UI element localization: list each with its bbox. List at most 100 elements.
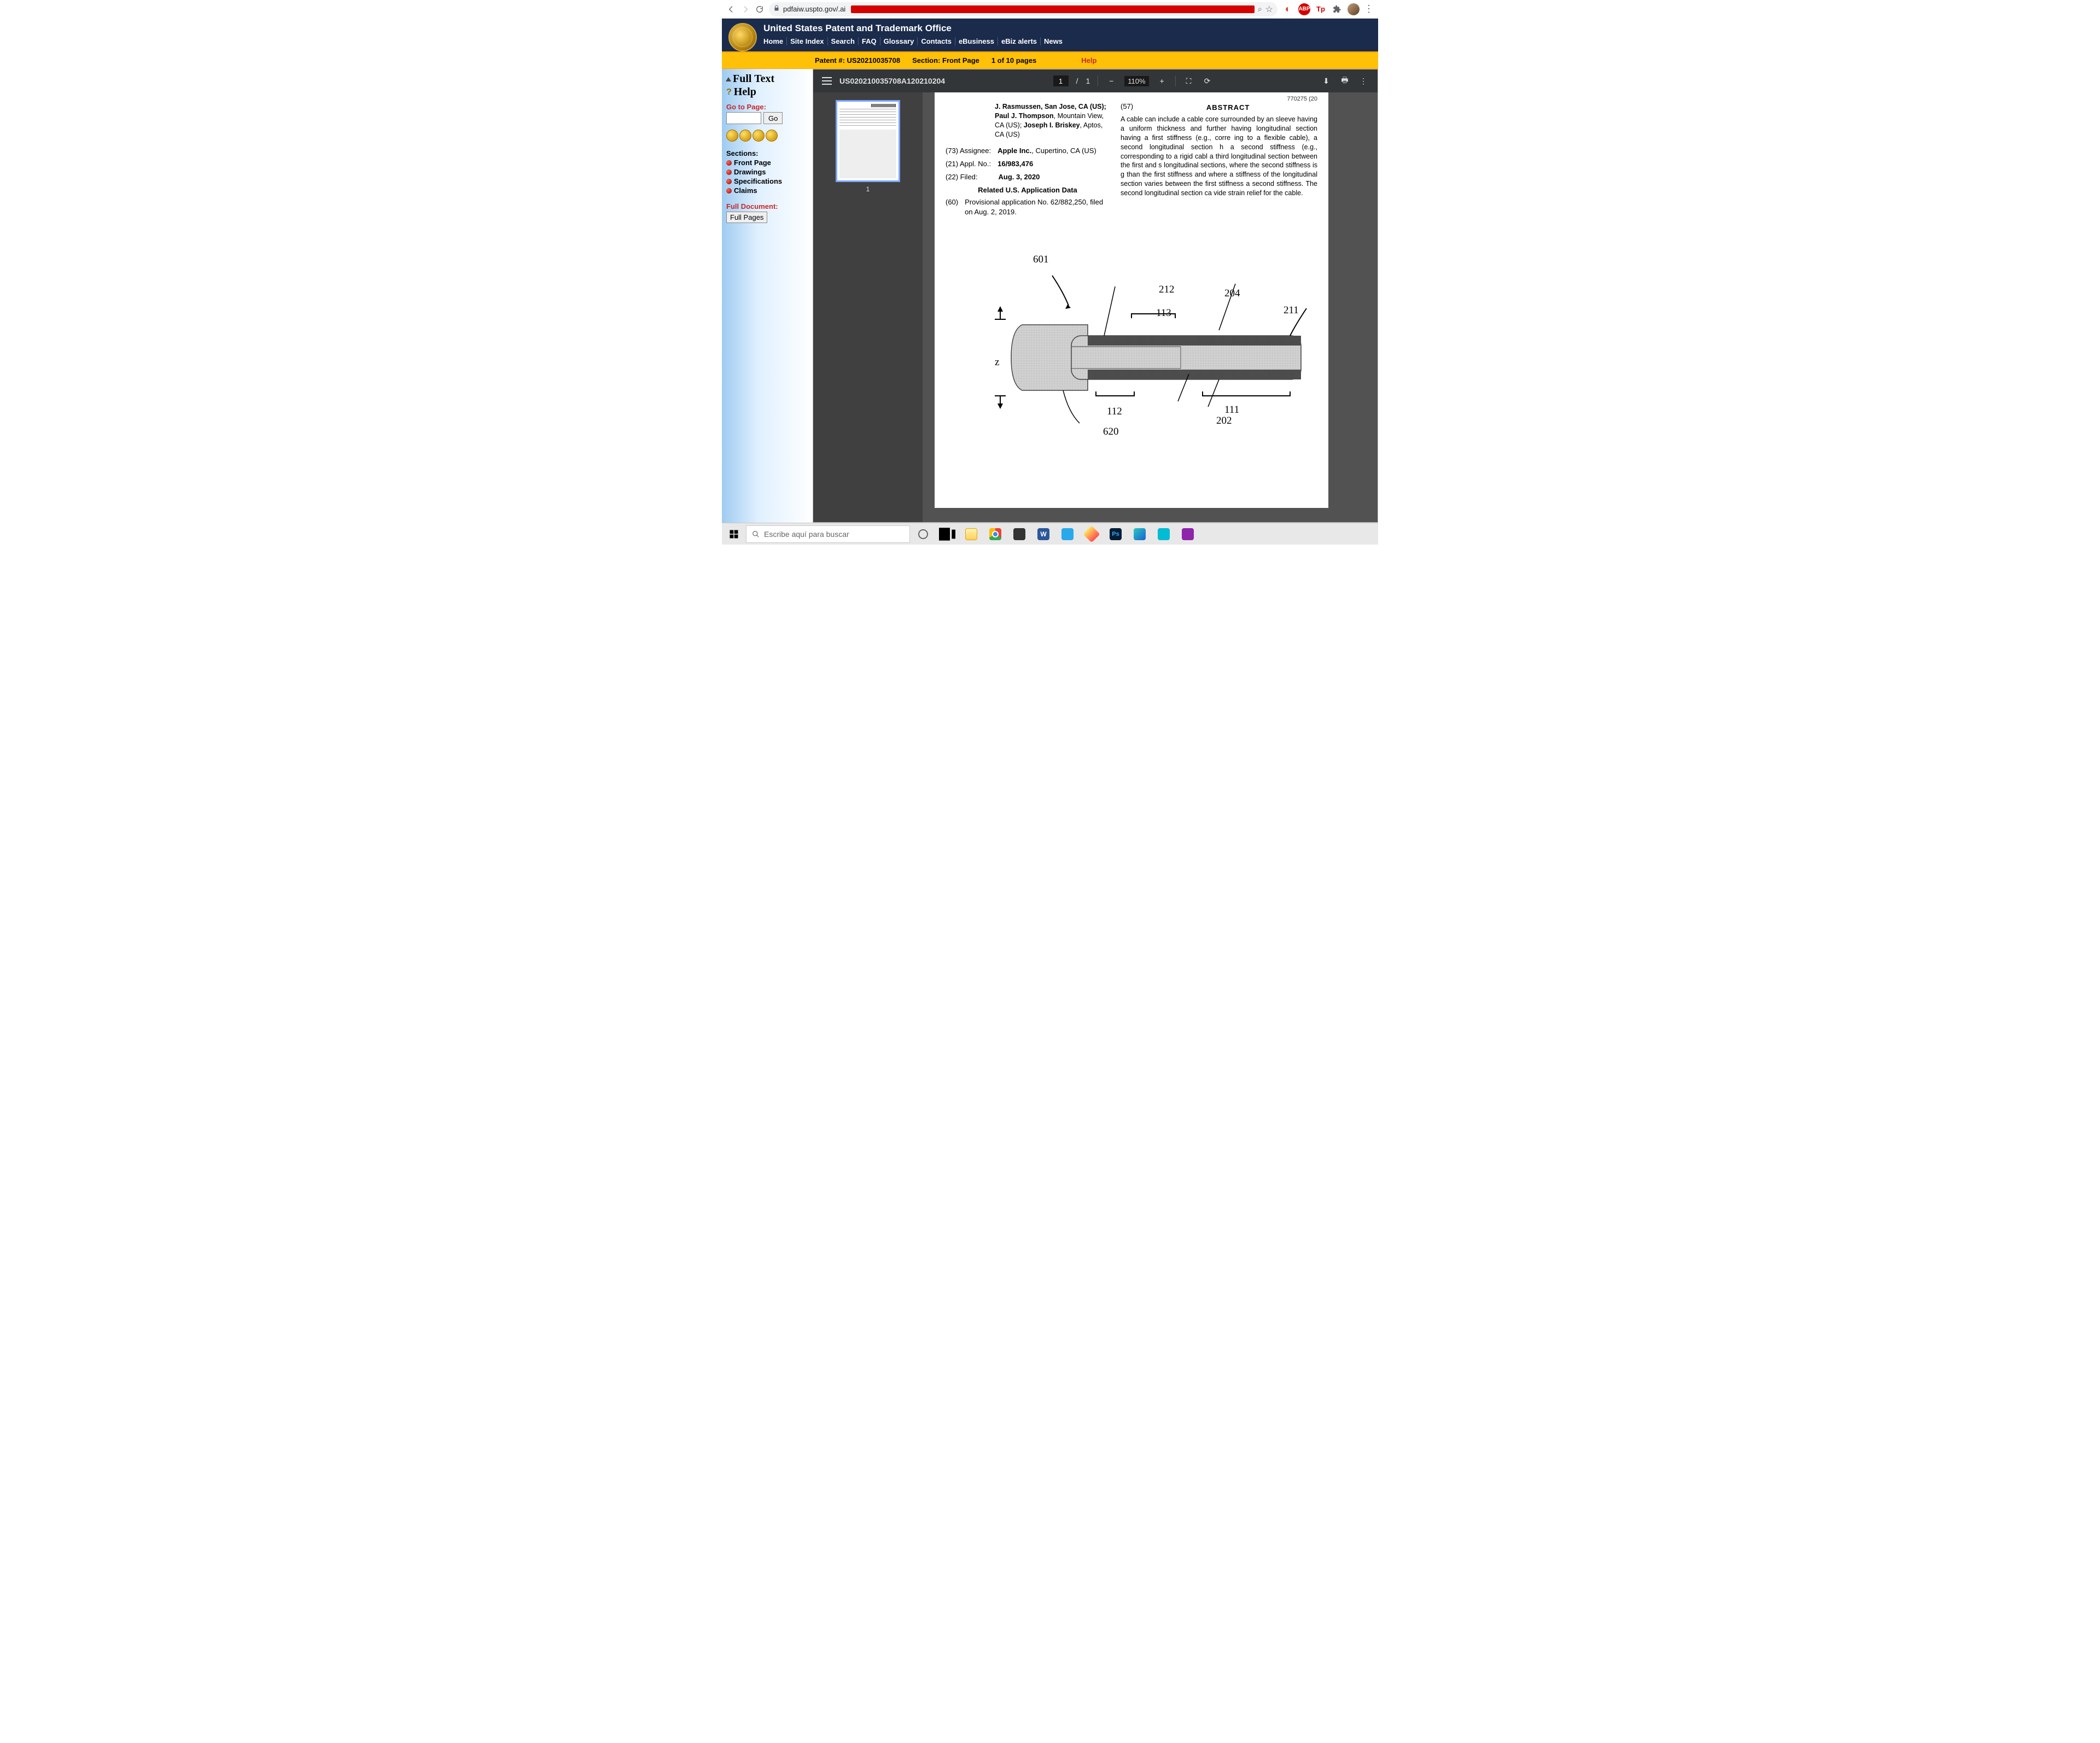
provisional-label: (60)	[946, 197, 958, 217]
section-drawings[interactable]: Drawings	[726, 168, 808, 176]
pdf-page-input[interactable]	[1053, 75, 1069, 86]
sidebar-toggle-icon[interactable]	[822, 77, 832, 85]
nav-home[interactable]: Home	[763, 37, 787, 45]
help-link[interactable]: Help	[1081, 56, 1096, 65]
nav-faq[interactable]: FAQ	[859, 37, 880, 45]
fig-label-202: 202	[1216, 415, 1232, 427]
bullet-icon	[726, 160, 732, 166]
taskbar-photoshop[interactable]: Ps	[1105, 524, 1127, 544]
goto-page-input[interactable]	[726, 112, 761, 124]
taskbar-explorer[interactable]	[960, 524, 982, 544]
fig-label-111: 111	[1224, 404, 1239, 416]
taskbar-app1[interactable]	[1153, 524, 1175, 544]
taskbar-edge[interactable]	[1129, 524, 1151, 544]
nav-contacts[interactable]: Contacts	[918, 37, 955, 45]
fig-label-212: 212	[1159, 284, 1175, 296]
url-text: pdfaiw.uspto.gov/.ai	[783, 5, 845, 13]
section-indicator: Section: Front Page	[912, 56, 979, 65]
bookmark-star-icon[interactable]: ☆	[1265, 4, 1273, 15]
nav-siteindex[interactable]: Site Index	[787, 37, 827, 45]
taskbar-flame[interactable]	[1081, 524, 1102, 544]
search-icon	[752, 530, 760, 538]
nav-search[interactable]: Search	[828, 37, 859, 45]
nav-ebizalerts[interactable]: eBiz alerts	[998, 37, 1041, 45]
sidebar: Full Text ?Help Go to Page: Go Sections:…	[722, 69, 813, 523]
abstract-heading: ABSTRACT	[1139, 103, 1317, 112]
pdf-title: US020210035708A120210204	[839, 77, 945, 85]
taskbar-chrome[interactable]	[984, 524, 1006, 544]
fig-label-112: 112	[1107, 406, 1122, 418]
fig-label-204: 204	[1224, 288, 1240, 300]
reload-button[interactable]	[755, 4, 765, 14]
section-front-page[interactable]: Front Page	[726, 159, 808, 167]
uspto-seal-icon	[728, 23, 757, 51]
abstract-num: (57)	[1121, 102, 1133, 115]
start-button[interactable]	[724, 524, 744, 544]
thumbnail-panel: 1	[813, 92, 923, 522]
sections-heading: Sections:	[726, 149, 808, 157]
extension-ghostery-icon[interactable]: ◐	[1282, 3, 1294, 15]
pdf-page-total: 1	[1086, 77, 1090, 85]
pdf-page: 770275 (20 J. Rasmussen, San Jose, CA (U…	[935, 92, 1328, 508]
patent-number: Patent #: US20210035708	[815, 56, 900, 65]
help-link-side[interactable]: ?Help	[726, 86, 808, 98]
cortana-icon[interactable]	[912, 524, 934, 544]
extensions-menu-icon[interactable]	[1331, 3, 1343, 15]
zoom-in-icon[interactable]: +	[1157, 77, 1168, 85]
download-icon[interactable]: ⬇	[1321, 77, 1332, 86]
bullet-icon	[726, 169, 732, 175]
coin-prev-icon[interactable]	[739, 130, 751, 142]
coin-next-icon[interactable]	[752, 130, 765, 142]
abstract-body: A cable can include a cable core surroun…	[1121, 115, 1317, 198]
fit-page-icon[interactable]: ⛶	[1183, 77, 1194, 86]
fig-label-620: 620	[1103, 426, 1119, 438]
goto-label: Go to Page:	[726, 103, 808, 111]
uspto-title: United States Patent and Trademark Offic…	[763, 23, 1066, 34]
goto-page-button[interactable]: Go	[763, 112, 783, 124]
lock-icon	[773, 5, 780, 13]
related-heading: Related U.S. Application Data	[946, 185, 1110, 195]
taskbar-search[interactable]: Escribe aquí para buscar	[746, 525, 910, 543]
pdf-menu-icon[interactable]: ⋮	[1358, 77, 1369, 86]
pdf-page-area[interactable]: 770275 (20 J. Rasmussen, San Jose, CA (U…	[923, 92, 1378, 522]
fig-label-113: 113	[1156, 307, 1171, 319]
section-specifications[interactable]: Specifications	[726, 177, 808, 185]
full-pages-button[interactable]: Full Pages	[726, 212, 767, 223]
extension-tp-icon[interactable]: Tp	[1315, 3, 1327, 15]
taskbar-word[interactable]: W	[1032, 524, 1054, 544]
chrome-menu-icon[interactable]: ⋮	[1364, 4, 1374, 14]
url-redacted-strip	[851, 5, 1255, 13]
extension-abp-icon[interactable]: ABP	[1298, 3, 1310, 15]
print-icon[interactable]: 🖶	[1339, 74, 1350, 87]
nav-news[interactable]: News	[1041, 37, 1066, 45]
address-bar[interactable]: pdfaiw.uspto.gov/.ai ⌕ ☆	[769, 2, 1278, 16]
task-view-icon[interactable]	[936, 524, 958, 544]
full-doc-label: Full Document:	[726, 202, 808, 210]
search-in-page-icon[interactable]: ⌕	[1258, 4, 1262, 14]
taskbar-telegram[interactable]	[1057, 524, 1078, 544]
thumbnail-number: 1	[866, 185, 870, 193]
profile-avatar[interactable]	[1348, 3, 1360, 15]
pdf-viewer: US020210035708A120210204 / 1 − 110% + ⛶ …	[813, 69, 1378, 523]
triangle-up-icon	[726, 77, 731, 81]
taskbar-store[interactable]	[1008, 524, 1030, 544]
section-claims[interactable]: Claims	[726, 186, 808, 195]
back-button[interactable]	[726, 4, 736, 14]
thumbnail-1[interactable]	[836, 100, 900, 182]
zoom-level: 110%	[1124, 76, 1148, 86]
forward-button[interactable]	[740, 4, 750, 14]
pdf-page-sep: /	[1076, 77, 1078, 85]
question-icon: ?	[726, 87, 732, 97]
taskbar-app2[interactable]	[1177, 524, 1199, 544]
coin-last-icon[interactable]	[766, 130, 778, 142]
full-text-link[interactable]: Full Text	[726, 73, 808, 85]
filed-date: Aug. 3, 2020	[999, 172, 1040, 182]
zoom-out-icon[interactable]: −	[1106, 77, 1117, 85]
coin-first-icon[interactable]	[726, 130, 738, 142]
nav-ebusiness[interactable]: eBusiness	[955, 37, 998, 45]
bullet-icon	[726, 188, 732, 194]
inventor-line2: Paul J. Thompson, Mountain View, CA (US)…	[995, 112, 1104, 138]
nav-glossary[interactable]: Glossary	[880, 37, 918, 45]
rotate-icon[interactable]: ⟳	[1202, 77, 1213, 86]
patent-figure: 601 212 204 113 211 z 112 111 202 620	[946, 248, 1317, 456]
